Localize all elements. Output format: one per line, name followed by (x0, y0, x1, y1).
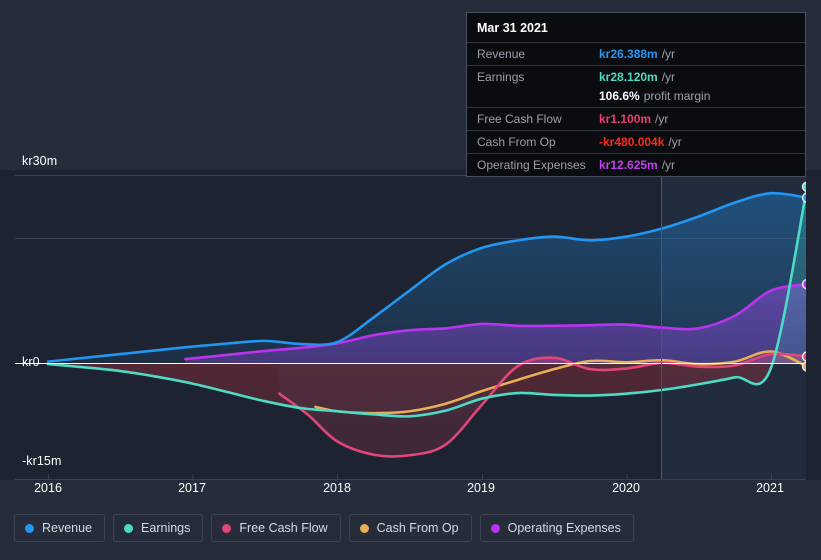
tooltip-row-label: Free Cash Flow (477, 112, 562, 126)
tooltip-row: 106.6% profit margin (467, 88, 805, 107)
x-tick-label-2021: 2021 (756, 481, 784, 495)
y-tick-label-zero: kr0 (22, 355, 40, 369)
tooltip-date: Mar 31 2021 (477, 21, 548, 35)
y-tick-label-bottom: -kr15m (22, 454, 62, 468)
legend-color-dot-icon (124, 523, 134, 533)
legend-item-cash-from-op[interactable]: Cash From Op (348, 514, 472, 542)
legend-item-free-cash-flow[interactable]: Free Cash Flow (211, 514, 341, 542)
legend-item-label: Free Cash Flow (239, 521, 328, 535)
x-tick-label-2018: 2018 (323, 481, 351, 495)
tooltip-row-suffix: /yr (661, 158, 676, 172)
x-tick-label-2019: 2019 (467, 481, 495, 495)
legend-item-earnings[interactable]: Earnings (113, 514, 204, 542)
legend-item-revenue[interactable]: Revenue (14, 514, 106, 542)
tooltip-row-label: Revenue (477, 47, 526, 61)
tooltip-row-value: -kr480.004k (599, 135, 665, 149)
legend-item-label: Revenue (42, 521, 93, 535)
legend-color-dot-icon (222, 523, 232, 533)
tooltip-row-suffix: /yr (668, 135, 682, 149)
x-tick-label-2016: 2016 (34, 481, 62, 495)
legend-item-label: Earnings (141, 521, 191, 535)
x-tick-label-2017: 2017 (178, 481, 206, 495)
tooltip-row-suffix: profit margin (643, 89, 711, 103)
tooltip-row-label: Earnings (477, 70, 525, 84)
y-tick-label-top: kr30m (22, 154, 58, 168)
tooltip-row: Revenue kr26.388m/yr (467, 42, 805, 65)
legend-color-dot-icon (359, 523, 369, 533)
financial-chart-app: kr30m kr0 -kr15m 2016 2017 2018 2019 202… (0, 0, 821, 560)
tooltip-row-suffix: /yr (655, 112, 669, 126)
tooltip-rows: Revenue kr26.388m/yr Earnings kr28.120m/yr 1… (467, 42, 805, 176)
tooltip-row-value: 106.6% (599, 89, 640, 103)
chart-legend: Revenue Earnings Free Cash Flow Cash From O… (14, 514, 634, 542)
tooltip-row-value: kr12.625m (599, 158, 658, 172)
legend-item-operating-expenses[interactable]: Operating Expenses (479, 514, 634, 542)
tooltip-row-label: Operating Expenses (477, 158, 586, 172)
tooltip-row-suffix: /yr (661, 70, 676, 84)
tooltip-row-value: kr1.100m (599, 112, 652, 126)
tooltip-row: Operating Expenses kr12.625m/yr (467, 153, 805, 176)
tooltip-row: Free Cash Flow kr1.100m/yr (467, 107, 805, 130)
tooltip-row-label: Cash From Op (477, 135, 556, 149)
x-tick-label-2020: 2020 (612, 481, 640, 495)
legend-item-label: Operating Expenses (507, 521, 621, 535)
tooltip-row-value: kr26.388m (599, 47, 658, 61)
legend-color-dot-icon (25, 523, 34, 533)
tooltip-row-value: kr28.120m (599, 70, 658, 84)
hover-tooltip: Mar 31 2021 Revenue kr26.388m/yr Earnings k… (466, 12, 806, 177)
tooltip-row-suffix: /yr (661, 47, 676, 61)
tooltip-row: Cash From Op -kr480.004k/yr (467, 130, 805, 153)
legend-color-dot-icon (490, 523, 500, 533)
legend-item-label: Cash From Op (376, 521, 459, 535)
tooltip-row: Earnings kr28.120m/yr (467, 65, 805, 88)
